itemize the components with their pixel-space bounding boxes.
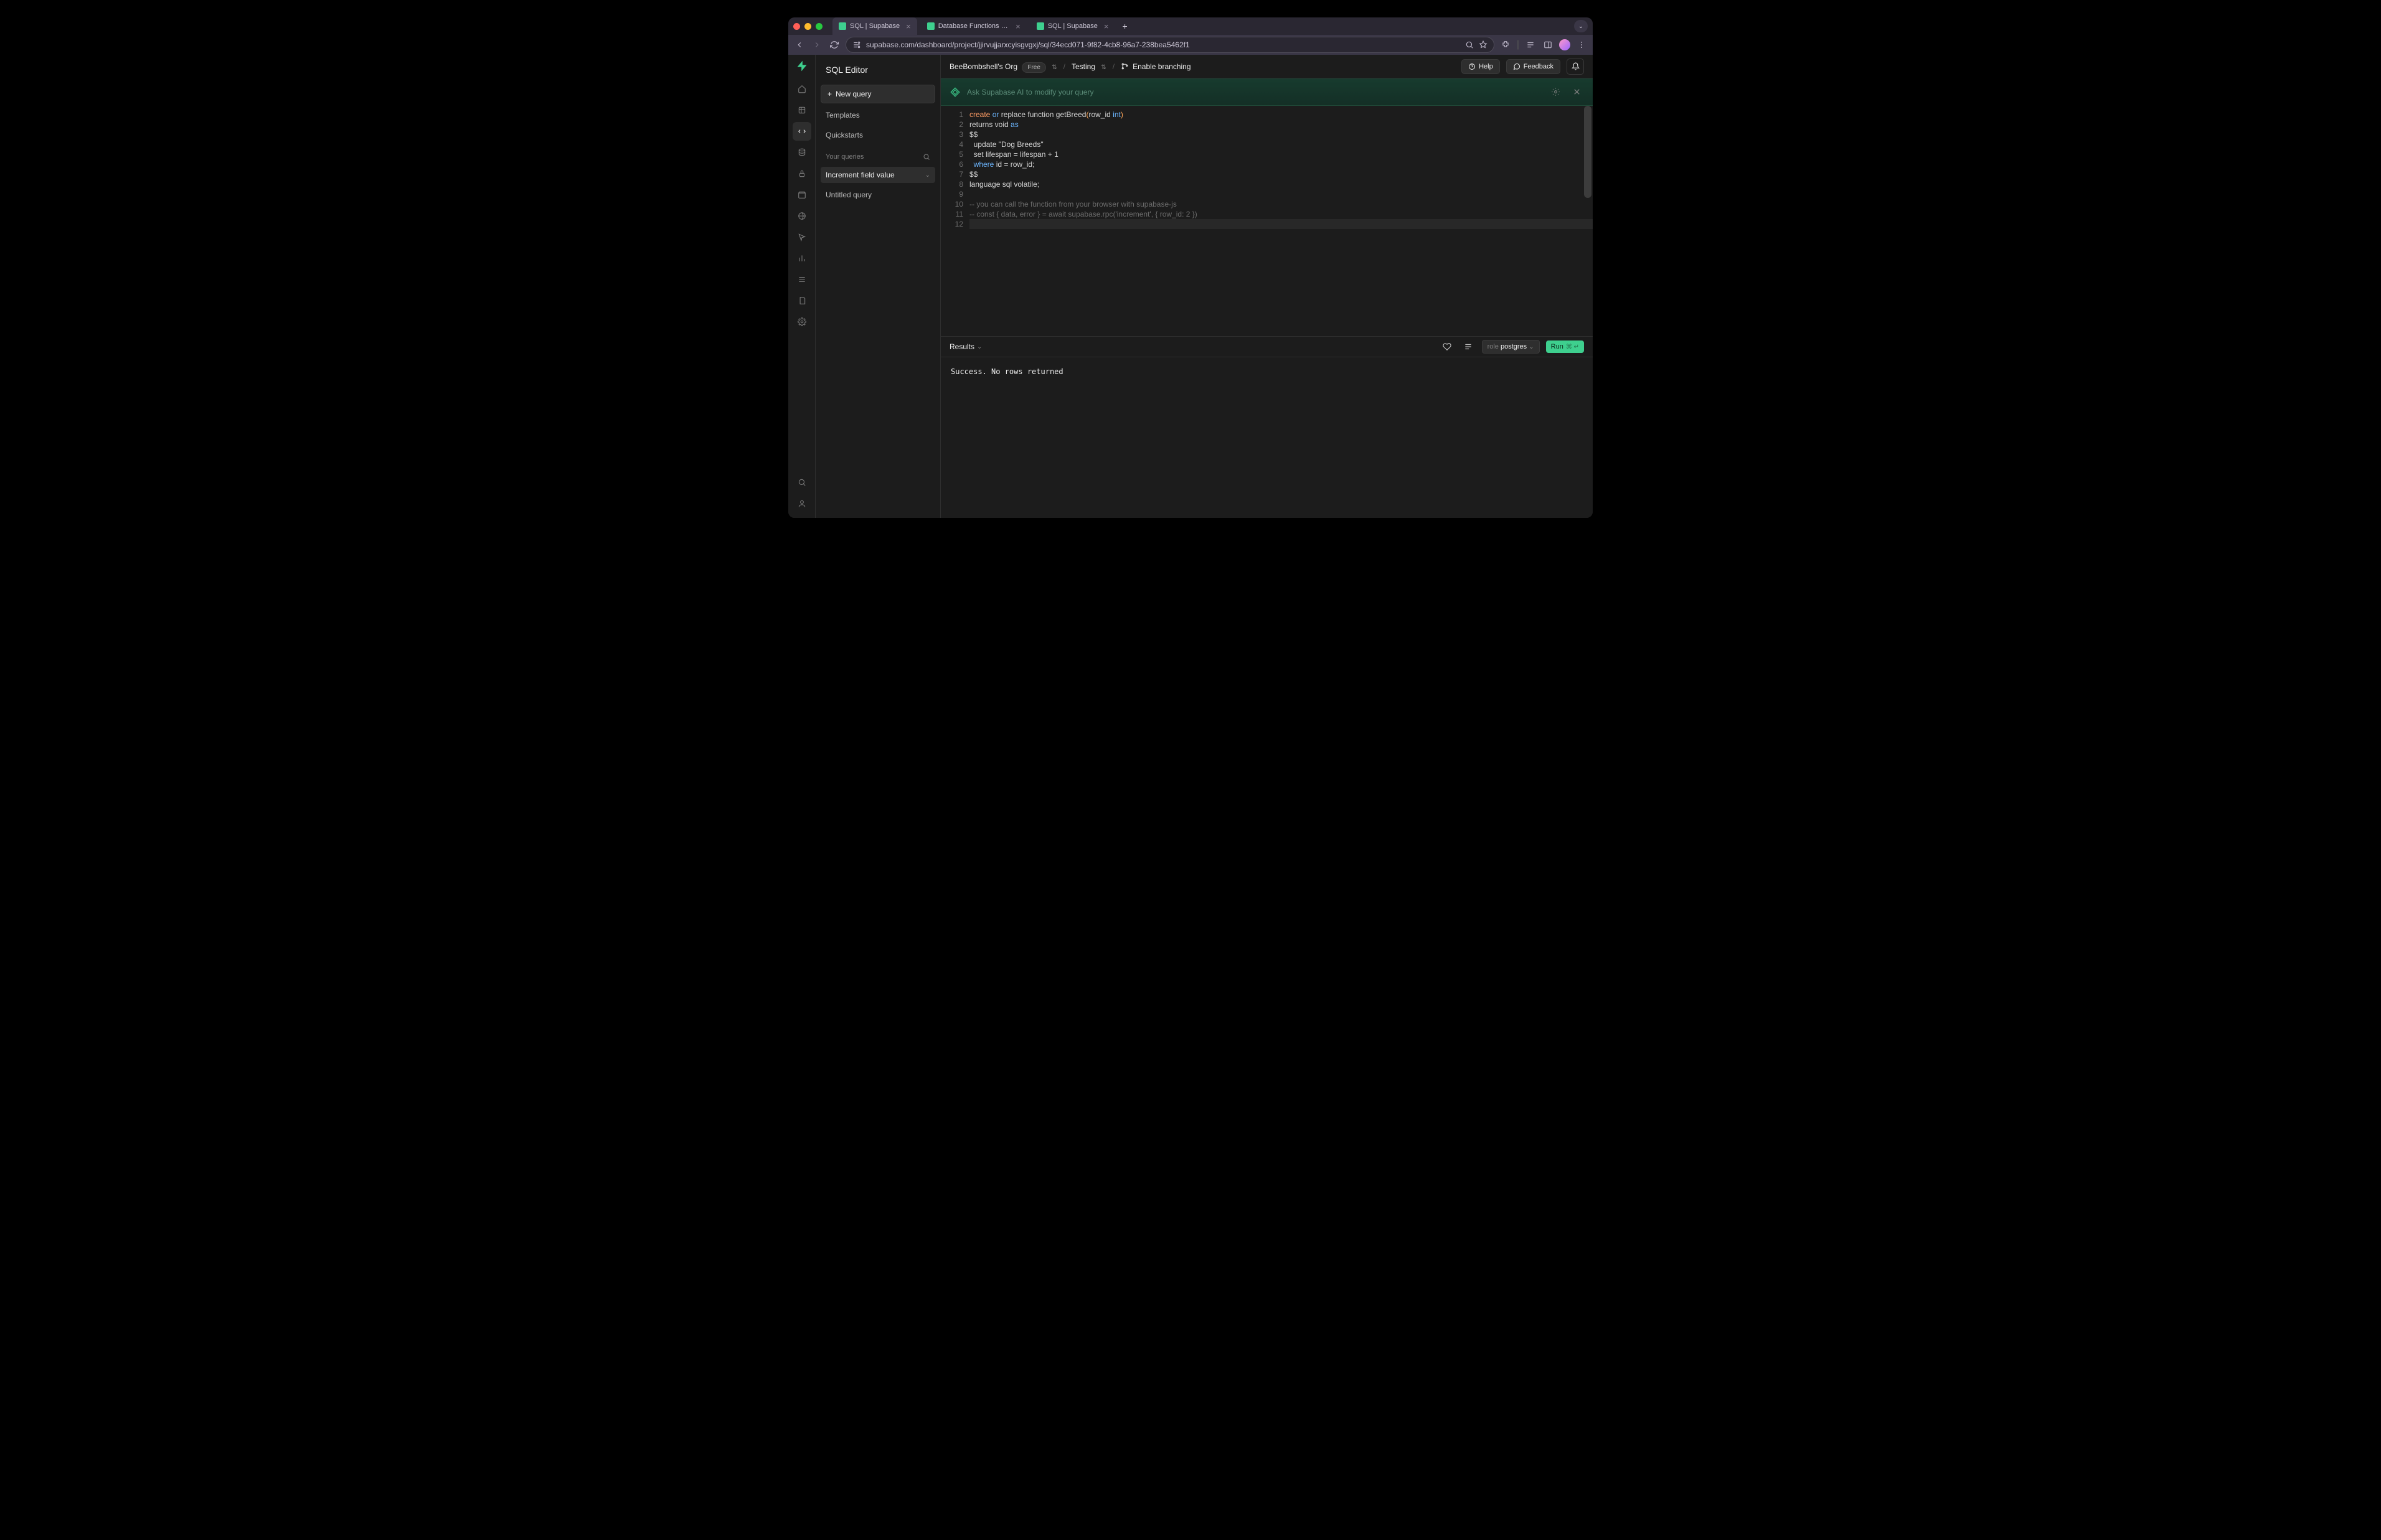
storage-icon[interactable] <box>793 185 811 204</box>
new-query-button[interactable]: + New query <box>821 85 935 103</box>
wrap-icon[interactable] <box>1461 342 1476 351</box>
close-tab-button[interactable]: × <box>1104 22 1109 31</box>
sql-editor-icon[interactable] <box>793 122 811 141</box>
new-query-label: New query <box>836 90 871 98</box>
tabs-dropdown-button[interactable]: ⌄ <box>1574 20 1588 32</box>
app-root: SQL Editor + New query Templates Quickst… <box>788 55 1593 518</box>
chevron-updown-icon[interactable]: ⇅ <box>1052 64 1057 71</box>
browser-tab[interactable]: SQL | Supabase × <box>1030 17 1115 35</box>
notifications-button[interactable] <box>1567 59 1584 75</box>
reading-list-icon[interactable] <box>1524 39 1537 51</box>
tab-title: SQL | Supabase <box>850 22 900 30</box>
sidebar-section-header: Your queries <box>821 147 935 163</box>
org-crumb[interactable]: BeeBombshell's Org Free ⇅ <box>950 62 1057 71</box>
forward-button[interactable] <box>811 39 823 51</box>
close-icon[interactable] <box>1569 85 1584 100</box>
browser-window: SQL | Supabase × Database Functions | Su… <box>788 17 1593 518</box>
back-button[interactable] <box>793 39 806 51</box>
search-icon[interactable] <box>793 473 811 492</box>
sidebar-title: SQL Editor <box>821 62 935 81</box>
settings-icon[interactable] <box>793 312 811 331</box>
tab-strip: SQL | Supabase × Database Functions | Su… <box>788 17 1593 35</box>
favicon-icon <box>1037 22 1044 30</box>
chevron-down-icon[interactable]: ⌄ <box>925 172 930 179</box>
site-settings-icon[interactable] <box>852 40 861 49</box>
search-queries-icon[interactable] <box>923 153 930 161</box>
chevron-down-icon: ⌄ <box>977 344 982 350</box>
close-tab-button[interactable]: × <box>906 22 911 31</box>
results-output: Success. No rows returned <box>941 357 1593 518</box>
ai-settings-icon[interactable] <box>1548 85 1563 100</box>
results-header: Results ⌄ role postgres ⌄ Run ⌘ ↵ <box>941 336 1593 357</box>
query-item[interactable]: Untitled query <box>821 187 935 203</box>
profile-avatar[interactable] <box>1559 39 1570 50</box>
main-panel: BeeBombshell's Org Free ⇅ / Testing ⇅ / … <box>941 55 1593 518</box>
plus-icon: + <box>827 90 832 98</box>
query-label: Increment field value <box>826 171 895 179</box>
browser-tab[interactable]: Database Functions | Supaba × <box>921 17 1027 35</box>
project-topbar: BeeBombshell's Org Free ⇅ / Testing ⇅ / … <box>941 55 1593 78</box>
enable-branching-button[interactable]: Enable branching <box>1121 62 1190 71</box>
browser-menu-button[interactable] <box>1575 39 1588 51</box>
zoom-icon[interactable] <box>1465 40 1474 49</box>
side-panel-icon[interactable] <box>1542 39 1554 51</box>
favorite-icon[interactable] <box>1440 342 1455 351</box>
close-window-button[interactable] <box>793 23 800 30</box>
chevron-updown-icon[interactable]: ⇅ <box>1101 64 1106 71</box>
nav-rail <box>788 55 816 518</box>
tab-title: Database Functions | Supaba <box>938 22 1009 30</box>
tab-title: SQL | Supabase <box>1048 22 1098 30</box>
plan-badge: Free <box>1022 62 1046 73</box>
reload-button[interactable] <box>828 39 841 51</box>
bookmark-star-icon[interactable] <box>1479 40 1488 49</box>
realtime-icon[interactable] <box>793 228 811 246</box>
help-button[interactable]: Help <box>1461 59 1500 74</box>
minimize-window-button[interactable] <box>804 23 811 30</box>
favicon-icon <box>839 22 846 30</box>
quickstarts-link[interactable]: Quickstarts <box>821 127 935 143</box>
run-button[interactable]: Run ⌘ ↵ <box>1546 340 1584 353</box>
feedback-button[interactable]: Feedback <box>1506 59 1560 74</box>
code-content[interactable]: create or replace function getBreed(row_… <box>969 106 1593 336</box>
query-label: Untitled query <box>826 190 872 199</box>
database-icon[interactable] <box>793 143 811 162</box>
home-icon[interactable] <box>793 80 811 98</box>
window-controls <box>793 23 823 30</box>
reports-icon[interactable] <box>793 249 811 268</box>
role-selector[interactable]: role postgres ⌄ <box>1482 340 1540 354</box>
ai-input-placeholder[interactable]: Ask Supabase AI to modify your query <box>967 88 1542 96</box>
address-bar[interactable]: supabase.com/dashboard/project/jjirvujja… <box>846 37 1494 53</box>
editor-scrollbar[interactable] <box>1584 106 1591 336</box>
logs-icon[interactable] <box>793 270 811 289</box>
results-tab[interactable]: Results ⌄ <box>950 342 982 351</box>
url-text: supabase.com/dashboard/project/jjirvujja… <box>866 40 1460 49</box>
ai-diamond-icon <box>950 87 961 98</box>
table-editor-icon[interactable] <box>793 101 811 120</box>
user-icon[interactable] <box>793 494 811 513</box>
templates-link[interactable]: Templates <box>821 107 935 123</box>
favicon-icon <box>927 22 935 30</box>
sidebar: SQL Editor + New query Templates Quickst… <box>816 55 941 518</box>
ai-assist-bar: Ask Supabase AI to modify your query <box>941 78 1593 106</box>
maximize-window-button[interactable] <box>816 23 823 30</box>
browser-tab[interactable]: SQL | Supabase × <box>832 17 917 35</box>
edge-functions-icon[interactable] <box>793 207 811 225</box>
auth-icon[interactable] <box>793 164 811 183</box>
code-editor[interactable]: 123456789101112 create or replace functi… <box>941 106 1593 336</box>
line-gutter: 123456789101112 <box>941 106 969 336</box>
api-docs-icon[interactable] <box>793 291 811 310</box>
keyboard-hint: ⌘ ↵ <box>1566 344 1579 350</box>
new-tab-button[interactable]: + <box>1118 21 1131 31</box>
supabase-logo-icon[interactable] <box>796 60 808 72</box>
section-label: Your queries <box>826 153 864 161</box>
browser-toolbar: supabase.com/dashboard/project/jjirvujja… <box>788 35 1593 55</box>
close-tab-button[interactable]: × <box>1016 22 1021 31</box>
extensions-button[interactable] <box>1499 39 1512 51</box>
project-crumb[interactable]: Testing ⇅ <box>1072 62 1106 71</box>
query-item[interactable]: Increment field value ⌄ <box>821 167 935 183</box>
